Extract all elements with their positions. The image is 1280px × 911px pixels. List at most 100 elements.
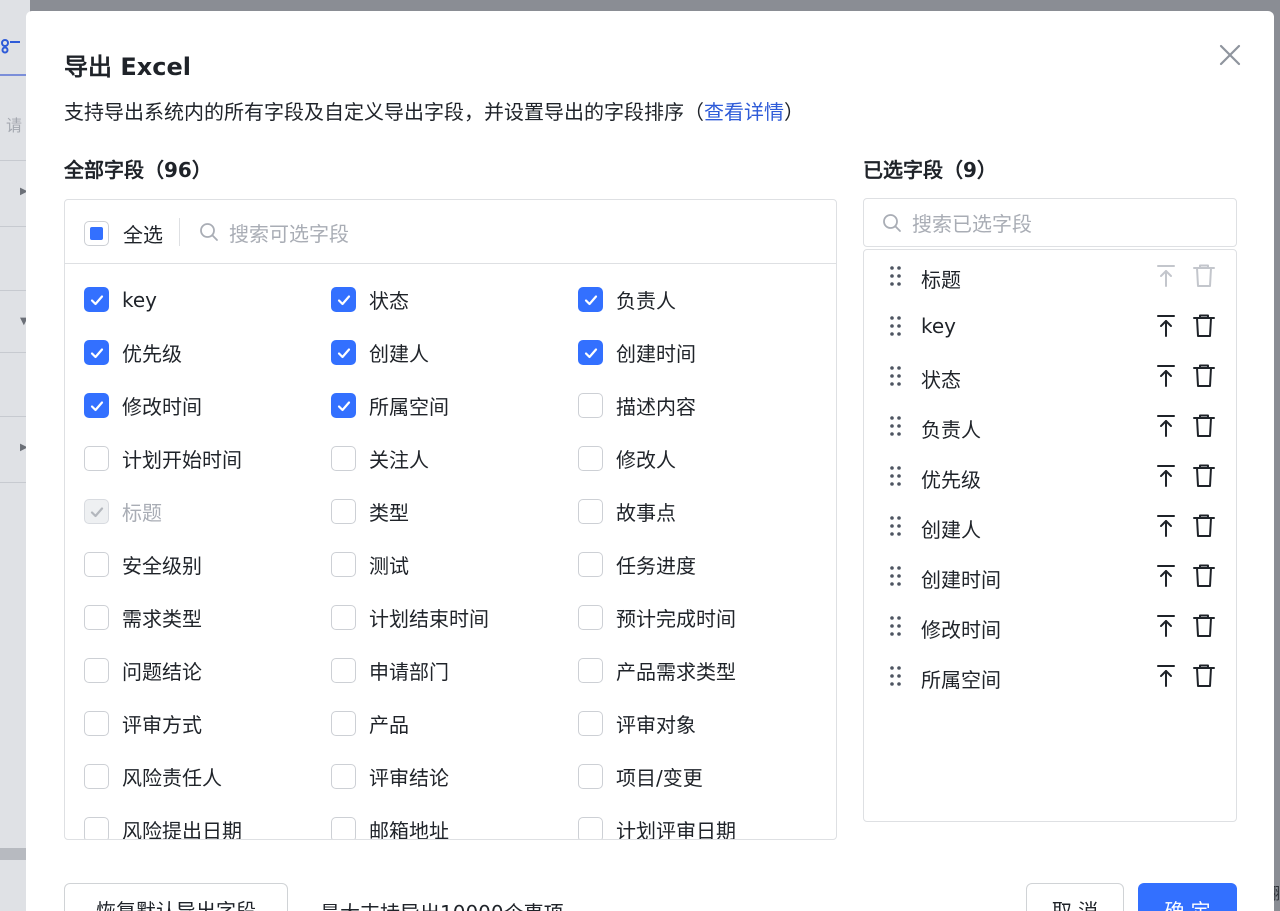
all-fields-list[interactable]: key 状态 负责人优先级 创建人 创建时间修改时间 所属空间 描述内容计划开始时间 关注人 修… [65,264,836,840]
trash-icon[interactable] [1192,313,1216,339]
field-option[interactable]: 创建时间 [578,340,824,366]
search-placeholder: 搜索可选字段 [229,221,349,246]
selected-field-label: key [921,314,957,338]
field-option[interactable]: 问题结论 [84,658,331,684]
selected-field-row[interactable]: 所属空间 [864,656,1236,696]
confirm-button[interactable]: 确 定 [1138,883,1237,911]
field-option[interactable]: 计划结束时间 [331,605,578,631]
cancel-button[interactable]: 取 消 [1026,883,1124,911]
search-available-fields-input[interactable]: 搜索可选字段 [199,218,799,246]
field-option[interactable]: 计划开始时间 [84,446,331,472]
trash-icon[interactable] [1192,613,1216,639]
checkbox-checked-icon [84,287,109,312]
field-option[interactable]: 邮箱地址 [331,817,578,839]
field-option[interactable]: 创建人 [331,340,578,366]
drag-handle-icon[interactable] [886,614,906,638]
checkbox-checked-icon [84,393,109,418]
selected-field-row[interactable]: 状态 [864,356,1236,396]
selected-field-row[interactable]: 创建时间 [864,556,1236,596]
trash-icon[interactable] [1192,513,1216,539]
field-option[interactable]: 任务进度 [578,552,824,578]
checkbox-unchecked-icon [84,817,109,839]
field-option[interactable]: 描述内容 [578,393,824,419]
drag-handle-icon[interactable] [886,514,906,538]
move-to-top-icon[interactable] [1154,413,1178,439]
field-option-label: 评审结论 [369,766,449,790]
toolbar-divider [179,218,180,246]
field-option[interactable]: 测试 [331,552,578,578]
restore-defaults-button[interactable]: 恢复默认导出字段 [64,883,288,911]
field-option-label: 标题 [122,501,162,525]
field-option-label: 计划评审日期 [616,819,736,840]
field-option[interactable]: key [84,287,331,312]
drag-handle-icon[interactable] [886,264,906,288]
field-option[interactable]: 故事点 [578,499,824,525]
selected-field-label: 负责人 [921,418,981,442]
selected-field-row[interactable]: 创建人 [864,506,1236,546]
checkbox-unchecked-icon [578,658,603,683]
move-to-top-icon[interactable] [1154,313,1178,339]
selected-field-row[interactable]: 优先级 [864,456,1236,496]
drag-handle-icon[interactable] [886,314,906,338]
field-option-label: 负责人 [616,289,676,313]
field-option-label: 申请部门 [369,660,449,684]
field-option[interactable]: 产品 [331,711,578,737]
field-option[interactable]: 评审方式 [84,711,331,737]
field-option-label: 关注人 [369,448,429,472]
selected-field-row[interactable]: key [864,306,1236,346]
search-selected-fields-input[interactable]: 搜索已选字段 [863,198,1237,247]
selected-field-label: 优先级 [921,468,981,492]
field-option[interactable]: 风险责任人 [84,764,331,790]
close-icon [1219,44,1241,66]
selected-field-row[interactable]: 修改时间 [864,606,1236,646]
field-option[interactable]: 修改人 [578,446,824,472]
checkbox-unchecked-icon [84,552,109,577]
selected-field-row[interactable]: 负责人 [864,406,1236,446]
move-to-top-icon[interactable] [1154,613,1178,639]
drag-handle-icon[interactable] [886,414,906,438]
move-to-top-icon[interactable] [1154,363,1178,389]
field-option[interactable]: 关注人 [331,446,578,472]
select-all-checkbox[interactable]: 全选 [84,219,163,248]
field-option-label: 创建人 [369,342,429,366]
field-option[interactable]: 申请部门 [331,658,578,684]
field-option[interactable]: 计划评审日期 [578,817,824,840]
field-option[interactable]: 所属空间 [331,393,578,419]
field-option[interactable]: 项目/变更 [578,764,824,790]
trash-icon[interactable] [1192,363,1216,389]
drag-handle-icon[interactable] [886,664,906,688]
checkbox-unchecked-icon [578,446,603,471]
move-to-top-icon[interactable] [1154,513,1178,539]
field-option[interactable]: 风险提出日期 [84,817,331,839]
trash-icon[interactable] [1192,563,1216,589]
checkbox-unchecked-icon [84,446,109,471]
checkbox-unchecked-icon [84,658,109,683]
selected-field-row[interactable]: 标题 [864,256,1236,296]
all-fields-toolbar: 全选 搜索可选字段 [65,200,836,264]
field-option-label: 任务进度 [616,554,696,578]
field-option[interactable]: 类型 [331,499,578,525]
field-option[interactable]: 评审结论 [331,764,578,790]
drag-handle-icon[interactable] [886,464,906,488]
view-details-link[interactable]: 查看详情 [704,100,784,124]
drag-handle-icon[interactable] [886,564,906,588]
trash-icon[interactable] [1192,663,1216,689]
field-option[interactable]: 优先级 [84,340,331,366]
field-option[interactable]: 评审对象 [578,711,824,737]
trash-icon [1192,263,1216,289]
drag-handle-icon[interactable] [886,364,906,388]
close-button[interactable] [1216,41,1244,69]
trash-icon[interactable] [1192,463,1216,489]
move-to-top-icon[interactable] [1154,463,1178,489]
field-option[interactable]: 状态 [331,287,578,313]
field-option[interactable]: 预计完成时间 [578,605,824,631]
field-option[interactable]: 需求类型 [84,605,331,631]
field-option[interactable]: 负责人 [578,287,824,313]
field-option[interactable]: 安全级别 [84,552,331,578]
move-to-top-icon[interactable] [1154,563,1178,589]
checkbox-unchecked-icon [578,552,603,577]
field-option[interactable]: 修改时间 [84,393,331,419]
trash-icon[interactable] [1192,413,1216,439]
field-option[interactable]: 产品需求类型 [578,658,824,684]
move-to-top-icon[interactable] [1154,663,1178,689]
